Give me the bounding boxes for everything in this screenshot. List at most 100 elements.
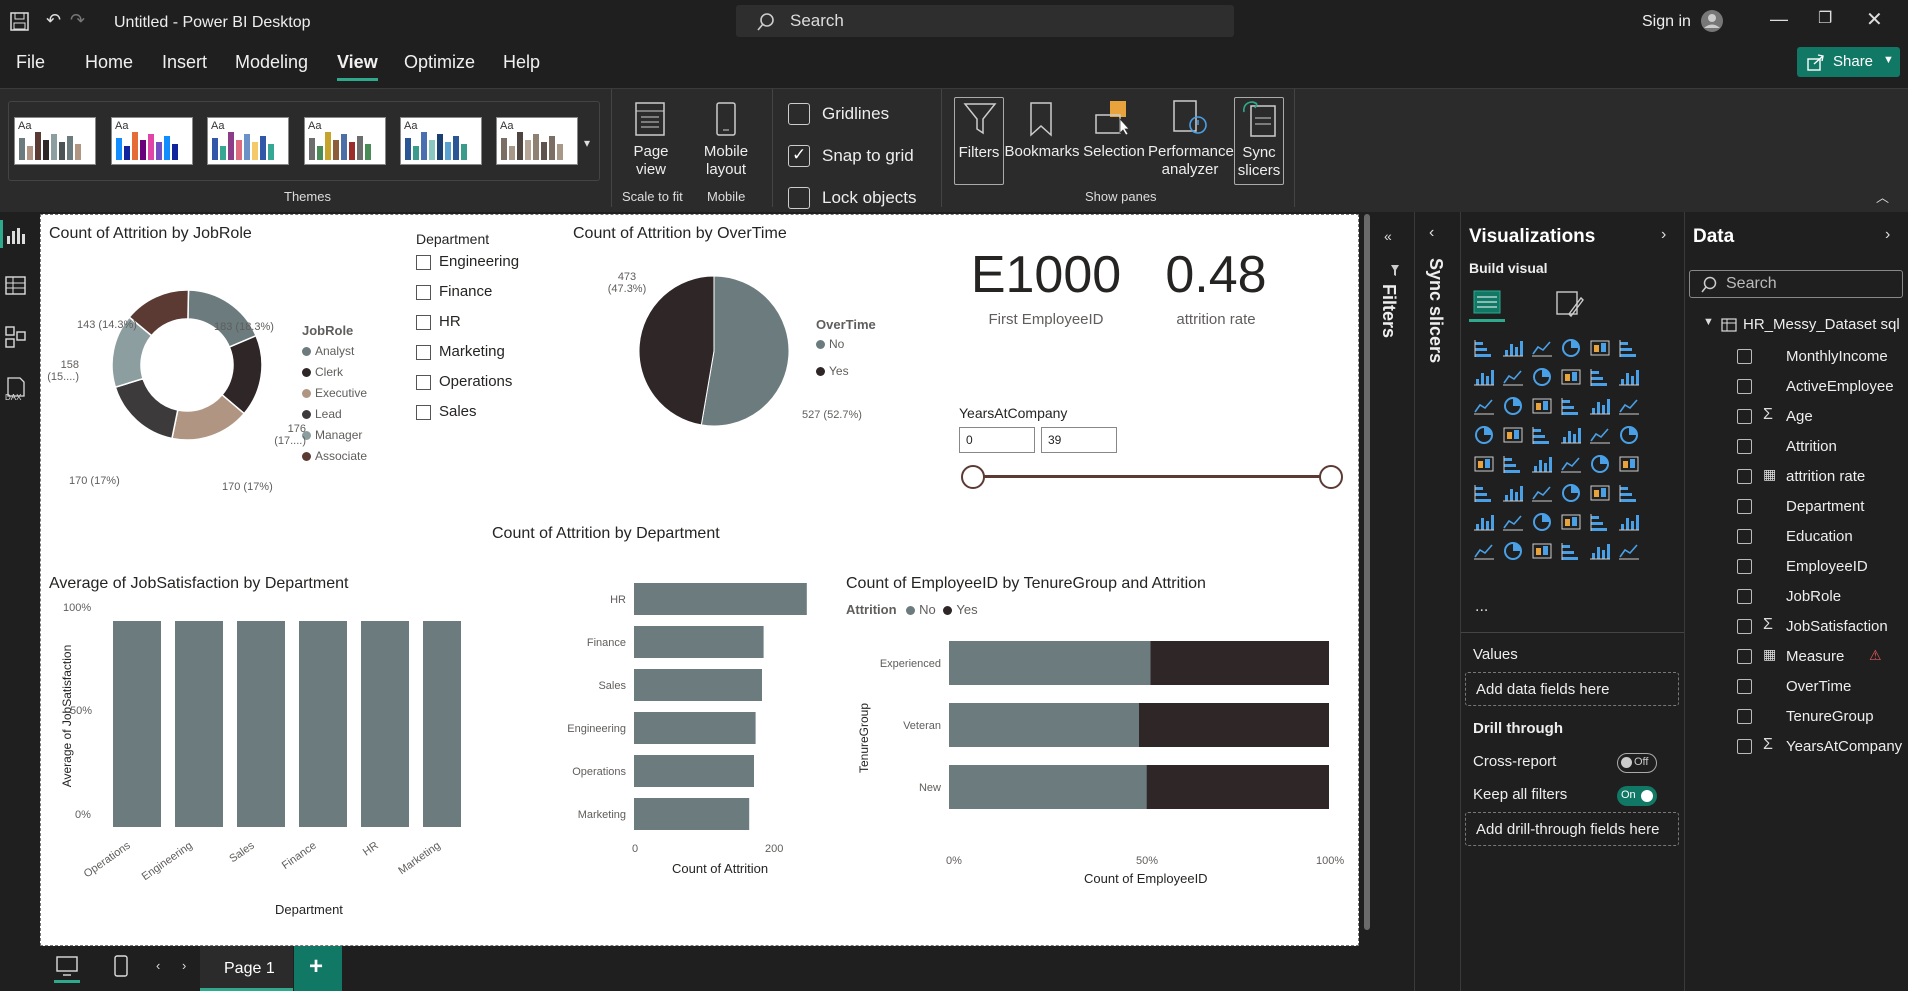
field-item[interactable]: Attrition — [1685, 432, 1908, 462]
theme-swatch[interactable]: Aa — [304, 117, 386, 165]
department-checkbox[interactable] — [416, 285, 431, 300]
table-node[interactable]: ▼ HR_Messy_Dataset sql — [1685, 314, 1908, 338]
visual-type-icon[interactable] — [1589, 367, 1613, 391]
build-visual-tab[interactable] — [1469, 286, 1505, 322]
add-drill-through-well[interactable]: Add drill-through fields here — [1465, 812, 1679, 846]
years-min-input[interactable]: 0 — [959, 427, 1035, 453]
visual-type-icon[interactable] — [1502, 454, 1526, 478]
visual-type-icon[interactable] — [1531, 541, 1555, 565]
field-checkbox[interactable] — [1737, 649, 1752, 664]
filters-pane-button[interactable]: Filters — [954, 97, 1004, 185]
department-checkbox[interactable] — [416, 255, 431, 270]
field-item[interactable]: ▦ attrition rate — [1685, 462, 1908, 492]
tenure-bar-segment[interactable] — [949, 703, 1139, 747]
page-tab[interactable]: Page 1 — [200, 946, 293, 991]
data-search-input[interactable]: Search — [1689, 270, 1903, 298]
page-view-icon[interactable] — [632, 101, 668, 137]
menu-home[interactable]: Home — [85, 52, 133, 73]
donut-visual[interactable]: Count of Attrition by JobRole JobRole An… — [41, 215, 411, 515]
visual-type-icon[interactable] — [1618, 541, 1642, 565]
save-icon[interactable] — [10, 12, 30, 32]
tenure-bar-segment[interactable] — [949, 641, 1151, 685]
visual-type-icon[interactable] — [1531, 338, 1555, 362]
snap-to-grid-checkbox[interactable]: ✓ — [788, 145, 810, 167]
field-item[interactable]: ActiveEmployee — [1685, 372, 1908, 402]
visual-type-icon[interactable] — [1589, 454, 1613, 478]
years-at-company-slicer[interactable]: YearsAtCompany 0 39 — [951, 405, 1351, 489]
visual-type-icon[interactable] — [1502, 541, 1526, 565]
format-visual-icon[interactable] — [1555, 290, 1585, 318]
visual-type-icon[interactable] — [1589, 512, 1613, 536]
sign-in-link[interactable]: Sign in — [1642, 13, 1691, 31]
field-checkbox[interactable] — [1737, 739, 1752, 754]
expand-filters-icon[interactable]: « — [1384, 228, 1392, 244]
model-view-icon[interactable] — [5, 326, 27, 348]
satisfaction-column[interactable] — [423, 621, 461, 827]
visual-type-icon[interactable] — [1618, 483, 1642, 507]
visual-type-icon[interactable] — [1473, 367, 1497, 391]
desktop-layout-icon[interactable] — [56, 956, 78, 976]
field-item[interactable]: JobRole — [1685, 582, 1908, 612]
minimize-icon[interactable]: — — [1770, 10, 1788, 28]
donut-legend-item[interactable]: Lead — [302, 407, 342, 421]
visual-type-icon[interactable] — [1502, 425, 1526, 449]
theme-swatch[interactable]: Aa — [400, 117, 482, 165]
gridlines-checkbox[interactable] — [788, 103, 810, 125]
visual-type-icon[interactable] — [1473, 425, 1497, 449]
theme-swatch[interactable]: Aa — [207, 117, 289, 165]
donut-legend-item[interactable]: Analyst — [302, 344, 354, 358]
collapse-ribbon-icon[interactable]: ︿ — [1876, 187, 1889, 206]
field-item[interactable]: Education — [1685, 522, 1908, 552]
visual-type-icon[interactable] — [1473, 454, 1497, 478]
canvas-scrollbar[interactable] — [1364, 214, 1370, 930]
redo-icon[interactable]: ↷ — [70, 11, 85, 29]
visual-type-icon[interactable] — [1502, 367, 1526, 391]
visual-type-icon[interactable] — [1531, 396, 1555, 420]
department-bar[interactable] — [634, 583, 807, 615]
donut-slice[interactable] — [187, 289, 258, 349]
tenure-attrition-chart[interactable]: Experienced Veteran New — [846, 565, 1356, 945]
visual-type-icon[interactable] — [1618, 338, 1642, 362]
visual-type-icon[interactable] — [1560, 512, 1584, 536]
visual-type-icon[interactable] — [1618, 425, 1642, 449]
undo-icon[interactable]: ↶ — [46, 11, 61, 29]
department-bar[interactable] — [634, 755, 754, 787]
mobile-layout-button[interactable]: Mobile layout — [696, 143, 756, 179]
visual-type-icon[interactable] — [1589, 338, 1613, 362]
field-checkbox[interactable] — [1737, 409, 1752, 424]
field-checkbox[interactable] — [1737, 349, 1752, 364]
previous-page-icon[interactable]: ‹ — [156, 959, 160, 972]
menu-modeling[interactable]: Modeling — [235, 52, 308, 73]
field-item[interactable]: OverTime — [1685, 672, 1908, 702]
donut-legend-item[interactable]: Manager — [302, 428, 362, 442]
visual-type-icon[interactable] — [1531, 367, 1555, 391]
attrition-rate-card[interactable]: 0.48 attrition rate — [1151, 245, 1281, 335]
visual-type-icon[interactable] — [1531, 454, 1555, 478]
theme-swatch[interactable]: Aa — [111, 117, 193, 165]
menu-insert[interactable]: Insert — [162, 52, 207, 73]
department-option-label[interactable]: Sales — [439, 403, 477, 420]
field-checkbox[interactable] — [1737, 709, 1752, 724]
page-view-button[interactable]: Page view — [630, 143, 672, 179]
theme-swatch[interactable]: Aa — [14, 117, 96, 165]
selection-icon[interactable] — [1094, 99, 1134, 137]
mobile-layout-icon[interactable] — [714, 101, 738, 137]
field-checkbox[interactable] — [1737, 439, 1752, 454]
field-checkbox[interactable] — [1737, 529, 1752, 544]
table-view-icon[interactable] — [5, 276, 27, 296]
department-option-label[interactable]: HR — [439, 313, 461, 330]
next-page-icon[interactable]: › — [182, 959, 186, 972]
visual-type-icon[interactable] — [1473, 483, 1497, 507]
themes-more-icon[interactable]: ▾ — [584, 136, 590, 150]
visual-type-icon[interactable] — [1473, 512, 1497, 536]
visual-type-icon[interactable] — [1560, 367, 1584, 391]
years-slider-min-handle[interactable] — [961, 465, 985, 489]
visual-type-icon[interactable] — [1531, 425, 1555, 449]
cross-report-toggle[interactable]: Off — [1617, 753, 1657, 773]
maximize-icon[interactable]: ❐ — [1818, 11, 1832, 27]
department-bar[interactable] — [634, 712, 756, 744]
add-page-button[interactable]: + — [294, 946, 342, 991]
menu-optimize[interactable]: Optimize — [404, 52, 475, 73]
visual-type-icon[interactable] — [1502, 512, 1526, 536]
department-checkbox[interactable] — [416, 345, 431, 360]
